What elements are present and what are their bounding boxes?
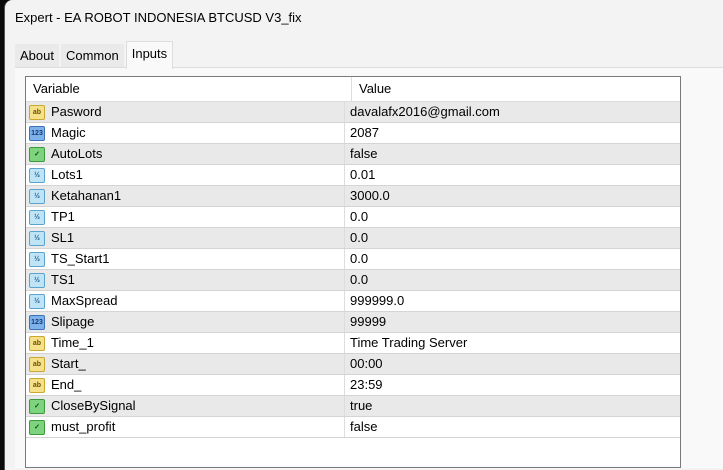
variable-cell: 123 Slipage xyxy=(26,312,345,332)
table-row[interactable]: ✓ must_profit false xyxy=(26,417,680,438)
value-cell[interactable]: 2087 xyxy=(345,123,680,143)
variable-cell: ½ Lots1 xyxy=(26,165,345,185)
value-cell[interactable]: davalafx2016@gmail.com xyxy=(345,102,680,122)
variable-cell: ½ TP1 xyxy=(26,207,345,227)
table-row[interactable]: ab Start_ 00:00 xyxy=(26,354,680,375)
table-header: Variable Value xyxy=(26,77,680,102)
table-row[interactable]: ½ TS1 0.0 xyxy=(26,270,680,291)
integer-type-icon: 123 xyxy=(29,314,45,330)
table-row[interactable]: ½ TS_Start1 0.0 xyxy=(26,249,680,270)
tab-inputs[interactable]: Inputs xyxy=(125,41,174,69)
boolean-type-icon: ✓ xyxy=(29,146,45,162)
value-cell[interactable]: true xyxy=(345,396,680,416)
variable-name: End_ xyxy=(51,377,82,392)
integer-type-icon: 123 xyxy=(29,125,45,141)
double-type-icon: ½ xyxy=(29,209,45,225)
variable-name: Start_ xyxy=(51,356,86,371)
table-row[interactable]: ab Pasword davalafx2016@gmail.com xyxy=(26,102,680,123)
variable-cell: ab End_ xyxy=(26,375,345,395)
double-type-icon: ½ xyxy=(29,272,45,288)
boolean-type-icon: ✓ xyxy=(29,398,45,414)
variable-cell: ✓ must_profit xyxy=(26,417,345,437)
value-cell[interactable]: 0.0 xyxy=(345,249,680,269)
table-row[interactable]: ab End_ 23:59 xyxy=(26,375,680,396)
variable-cell: 123 Magic xyxy=(26,123,345,143)
column-header-variable[interactable]: Variable xyxy=(26,77,352,101)
table-row[interactable]: ½ Ketahanan1 3000.0 xyxy=(26,186,680,207)
table-row[interactable]: ✓ CloseBySignal true xyxy=(26,396,680,417)
value-cell[interactable]: 0.01 xyxy=(345,165,680,185)
value-cell[interactable]: 0.0 xyxy=(345,270,680,290)
variable-cell: ½ Ketahanan1 xyxy=(26,186,345,206)
double-type-icon: ½ xyxy=(29,251,45,267)
variable-cell: ab Time_1 xyxy=(26,333,345,353)
value-cell[interactable]: 23:59 xyxy=(345,375,680,395)
double-type-icon: ½ xyxy=(29,167,45,183)
table-row[interactable]: ½ TP1 0.0 xyxy=(26,207,680,228)
table-row[interactable]: ½ MaxSpread 999999.0 xyxy=(26,291,680,312)
variable-cell: ½ TS1 xyxy=(26,270,345,290)
value-cell[interactable]: false xyxy=(345,417,680,437)
variable-cell: ½ TS_Start1 xyxy=(26,249,345,269)
expert-dialog: Expert - EA ROBOT INDONESIA BTCUSD V3_fi… xyxy=(4,0,723,470)
value-cell[interactable]: false xyxy=(345,144,680,164)
inputs-table: Variable Value ab Pasword davalafx2016@gma… xyxy=(25,76,681,468)
value-cell[interactable]: 999999.0 xyxy=(345,291,680,311)
variable-cell: ½ MaxSpread xyxy=(26,291,345,311)
variable-name: Time_1 xyxy=(51,335,94,350)
variable-name: Lots1 xyxy=(51,167,83,182)
value-cell[interactable]: 99999 xyxy=(345,312,680,332)
window-title: Expert - EA ROBOT INDONESIA BTCUSD V3_fi… xyxy=(15,10,302,25)
variable-name: AutoLots xyxy=(51,146,103,161)
variable-name: must_profit xyxy=(51,419,116,434)
variable-name: Pasword xyxy=(51,104,102,119)
value-cell[interactable]: 00:00 xyxy=(345,354,680,374)
value-cell[interactable]: 0.0 xyxy=(345,228,680,248)
variable-name: TP1 xyxy=(51,209,75,224)
variable-name: TS1 xyxy=(51,272,75,287)
double-type-icon: ½ xyxy=(29,188,45,204)
table-body: ab Pasword davalafx2016@gmail.com 123 Magic 2… xyxy=(26,102,680,438)
tab-about[interactable]: About xyxy=(15,44,59,67)
variable-cell: ✓ CloseBySignal xyxy=(26,396,345,416)
variable-name: SL1 xyxy=(51,230,75,245)
double-type-icon: ½ xyxy=(29,230,45,246)
table-row[interactable]: 123 Magic 2087 xyxy=(26,123,680,144)
string-type-icon: ab xyxy=(29,335,45,351)
table-row[interactable]: ✓ AutoLots false xyxy=(26,144,680,165)
column-header-value[interactable]: Value xyxy=(352,77,680,101)
value-cell[interactable]: Time Trading Server xyxy=(345,333,680,353)
variable-name: Ketahanan1 xyxy=(51,188,122,203)
variable-cell: ab Start_ xyxy=(26,354,345,374)
string-type-icon: ab xyxy=(29,104,45,120)
string-type-icon: ab xyxy=(29,377,45,393)
variable-cell: ✓ AutoLots xyxy=(26,144,345,164)
table-row[interactable]: 123 Slipage 99999 xyxy=(26,312,680,333)
variable-name: Slipage xyxy=(51,314,95,329)
variable-name: MaxSpread xyxy=(51,293,118,308)
variable-name: Magic xyxy=(51,125,86,140)
boolean-type-icon: ✓ xyxy=(29,419,45,435)
variable-name: TS_Start1 xyxy=(51,251,110,266)
variable-cell: ½ SL1 xyxy=(26,228,345,248)
value-cell[interactable]: 0.0 xyxy=(345,207,680,227)
tab-common[interactable]: Common xyxy=(60,44,124,67)
variable-cell: ab Pasword xyxy=(26,102,345,122)
tab-bar: About Common Inputs xyxy=(15,41,175,69)
variable-name: CloseBySignal xyxy=(51,398,136,413)
string-type-icon: ab xyxy=(29,356,45,372)
table-row[interactable]: ½ SL1 0.0 xyxy=(26,228,680,249)
table-row[interactable]: ½ Lots1 0.01 xyxy=(26,165,680,186)
value-cell[interactable]: 3000.0 xyxy=(345,186,680,206)
double-type-icon: ½ xyxy=(29,293,45,309)
table-row[interactable]: ab Time_1 Time Trading Server xyxy=(26,333,680,354)
